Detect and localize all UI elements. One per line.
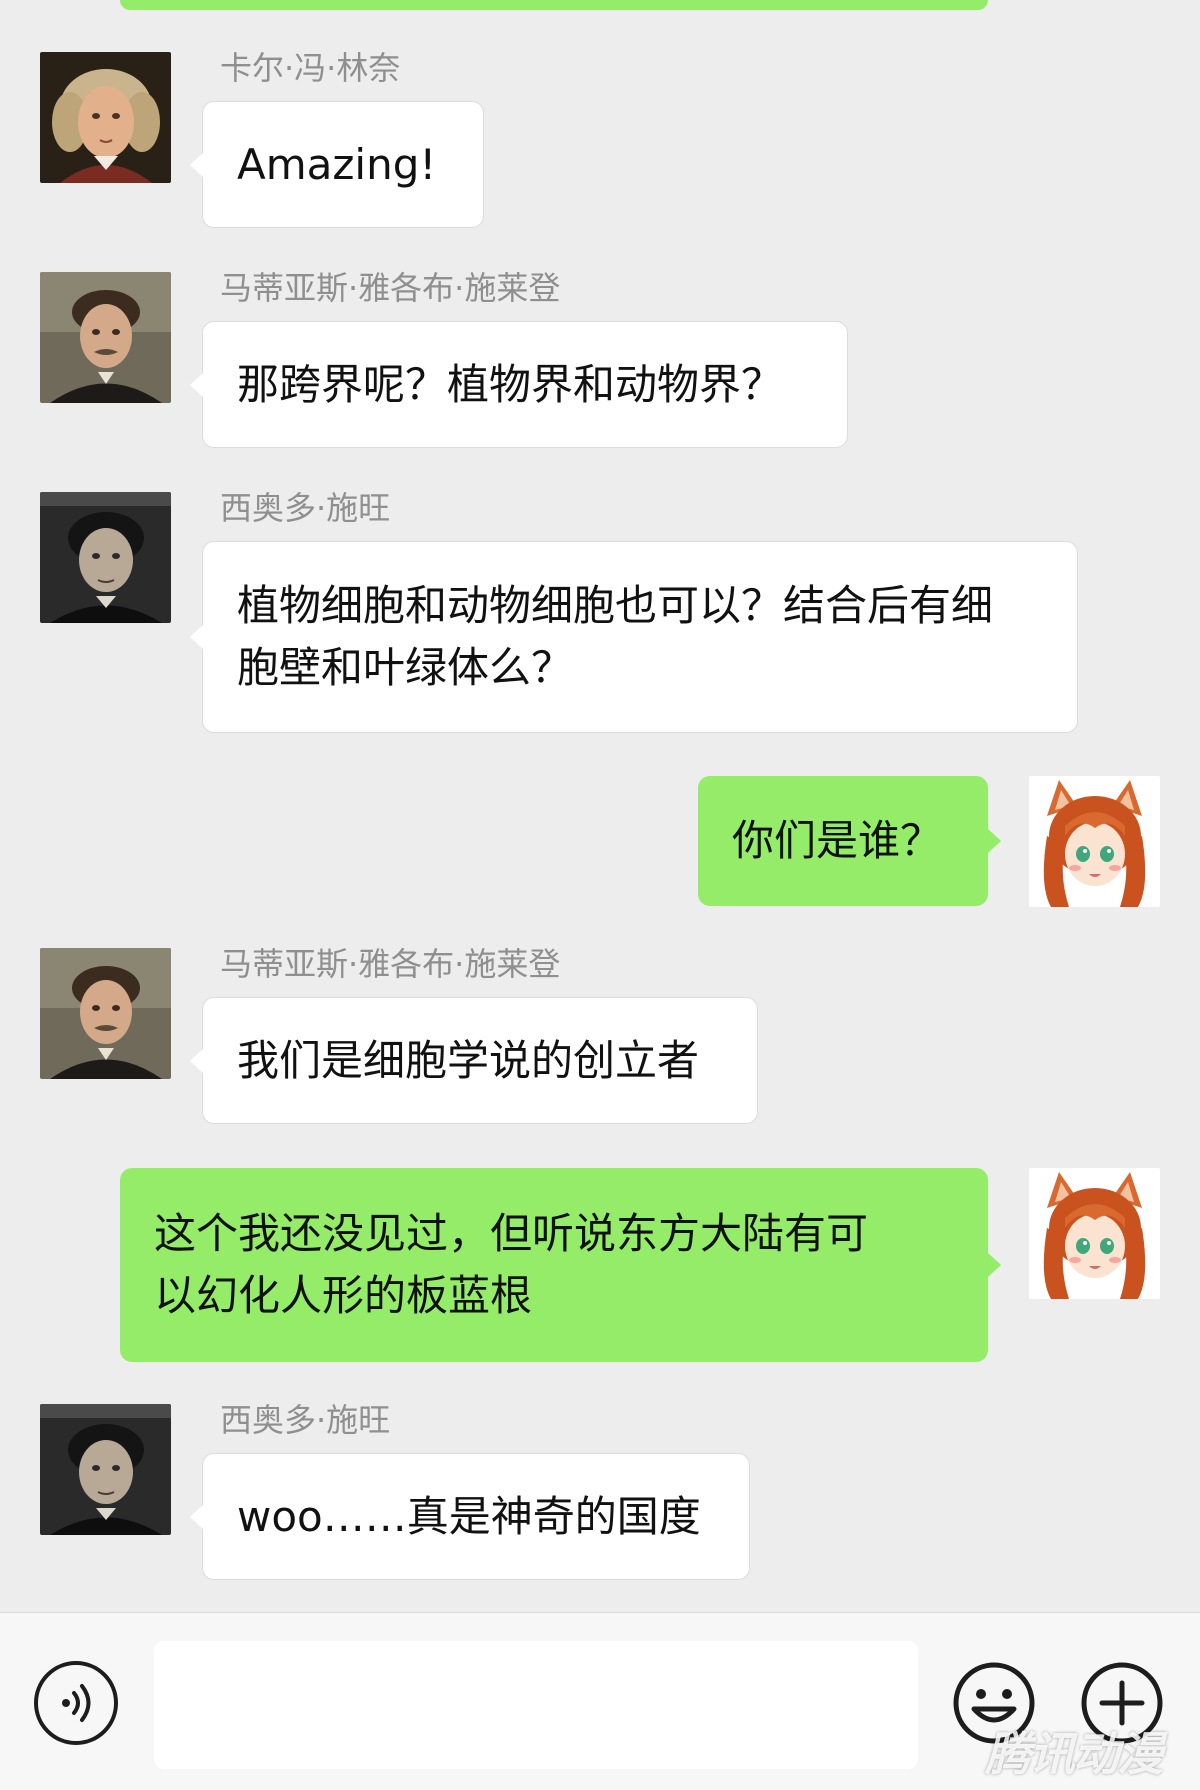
sender-avatar[interactable] xyxy=(40,492,171,623)
portrait-schwann-avatar xyxy=(40,1404,171,1535)
message-text: Amazing! xyxy=(237,139,437,189)
self-avatar[interactable] xyxy=(1029,1168,1160,1299)
sender-avatar[interactable] xyxy=(40,272,171,403)
portrait-schleiden-avatar xyxy=(40,948,171,1079)
message-text-line: 植物细胞和动物细胞也可以？结合后有细 xyxy=(237,581,994,630)
sender-name: 卡尔·冯·林奈 xyxy=(220,49,401,87)
message-text-line: 以幻化人形的板蓝根 xyxy=(154,1271,533,1320)
message-input[interactable] xyxy=(154,1641,918,1769)
message-text: 我们是细胞学说的创立者 xyxy=(237,1035,700,1085)
previous-message-bubble xyxy=(120,0,988,10)
self-avatar[interactable] xyxy=(1029,776,1160,907)
message-text-line: 这个我还没见过，但听说东方大陆有可 xyxy=(154,1209,869,1258)
voice-icon xyxy=(62,1684,91,1722)
anime-girl-avatar xyxy=(1029,1168,1160,1299)
self-message-bubble[interactable]: 这个我还没见过，但听说东方大陆有可 以幻化人形的板蓝根 xyxy=(120,1168,1001,1362)
sender-name: 马蒂亚斯·雅各布·施莱登 xyxy=(220,945,561,983)
anime-girl-avatar xyxy=(1029,776,1160,907)
self-message-bubble[interactable]: 你们是谁？ xyxy=(698,776,1001,906)
watermark-logo: 腾讯动漫 xyxy=(985,1727,1163,1781)
message-text: woo……真是神奇的国度 xyxy=(237,1491,701,1541)
message-bubble[interactable]: Amazing! xyxy=(190,101,484,228)
message-bubble[interactable]: woo……真是神奇的国度 xyxy=(190,1453,750,1580)
message-text: 你们是谁？ xyxy=(732,816,943,865)
sender-avatar[interactable] xyxy=(40,948,171,1079)
message-bubble[interactable]: 我们是细胞学说的创立者 xyxy=(190,997,758,1124)
chat-message-area: 卡尔·冯·林奈 Amazing! 马蒂亚斯·雅各布·施莱登 那跨界呢？植物界和动… xyxy=(0,0,1200,1612)
sender-name: 西奥多·施旺 xyxy=(220,1401,391,1439)
message-bubble[interactable]: 植物细胞和动物细胞也可以？结合后有细 胞壁和叶绿体么？ xyxy=(190,541,1078,733)
sender-avatar[interactable] xyxy=(40,52,171,183)
message-bubble[interactable]: 那跨界呢？植物界和动物界？ xyxy=(190,321,848,448)
portrait-schleiden-avatar xyxy=(40,272,171,403)
sender-name: 西奥多·施旺 xyxy=(220,489,391,527)
portrait-linnaeus-avatar xyxy=(40,52,171,183)
message-text: 那跨界呢？植物界和动物界？ xyxy=(237,359,784,409)
sender-avatar[interactable] xyxy=(40,1404,171,1535)
voice-button[interactable] xyxy=(34,1661,118,1745)
portrait-schwann-avatar xyxy=(40,492,171,623)
sender-name: 马蒂亚斯·雅各布·施莱登 xyxy=(220,269,561,307)
message-text-line: 胞壁和叶绿体么？ xyxy=(237,643,574,692)
